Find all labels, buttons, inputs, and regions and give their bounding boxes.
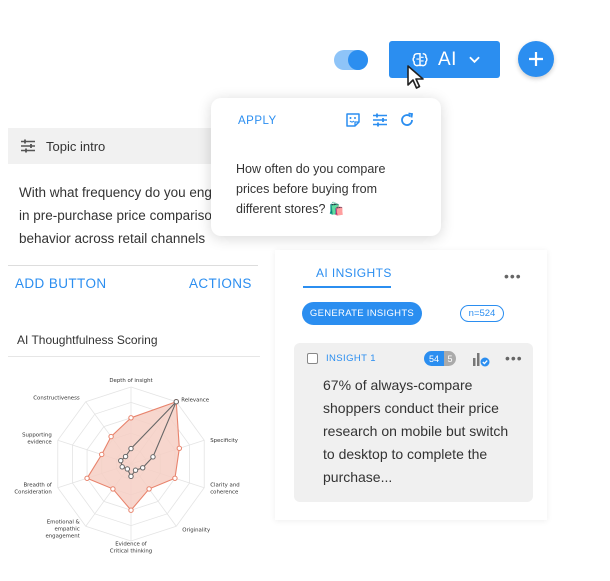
ai-suggestion-popup: APPLY How often do you compare prices be…: [211, 98, 441, 236]
popup-toolbar: [345, 112, 415, 128]
radar-point: [146, 486, 152, 492]
radar-point: [132, 467, 139, 473]
radar-point: [128, 445, 134, 452]
radar-axis-label: Constructiveness: [33, 396, 80, 402]
radar-axis-label: Breadth of Consideration: [14, 482, 51, 495]
bar-chart-check-icon[interactable]: [472, 351, 490, 367]
radar-point: [150, 454, 156, 460]
suggested-question: How often do you compare prices before b…: [236, 159, 431, 219]
suggestion-line: prices before buying from: [236, 182, 378, 196]
thoughtfulness-radar-chart: Depth of insight Relevance Specificity Clar…: [14, 378, 239, 555]
radar-axis-label: Evidence of Critical thinking: [110, 542, 152, 555]
insight-title: INSIGHT 1: [326, 353, 376, 364]
radar-axis-label: Supporting evidence: [22, 433, 52, 446]
radar-point: [118, 457, 124, 464]
question-line: With what frequency do you eng: [19, 185, 212, 200]
radar-axis-label: Depth of insight: [109, 378, 152, 384]
insight-card[interactable]: INSIGHT 1 54 5 ••• 67% of always-compare…: [294, 343, 533, 502]
divider: [8, 356, 260, 357]
ai-toggle[interactable]: [334, 50, 368, 70]
more-options-icon[interactable]: •••: [504, 268, 522, 284]
generate-insights-button[interactable]: GENERATE INSIGHTS: [302, 302, 422, 325]
topic-intro-label: Topic intro: [46, 138, 106, 154]
add-fab-button[interactable]: [518, 41, 554, 77]
radar-axis-label: Clarity and coherence: [210, 482, 239, 495]
votes-up: 54: [424, 351, 444, 366]
radar-point: [140, 465, 146, 471]
insight-line: purchase...: [323, 469, 393, 485]
insight-line: research on mobile but switch: [323, 423, 509, 439]
question-text: With what frequency do you eng in pre-pu…: [19, 181, 234, 250]
refresh-icon[interactable]: [399, 112, 415, 128]
radar-point: [84, 475, 90, 481]
emoji-icon[interactable]: [345, 112, 361, 128]
radar-axis-label: Emotional & empathic engagement: [45, 519, 80, 539]
radar-point: [176, 445, 183, 451]
insight-more-icon[interactable]: •••: [505, 350, 523, 366]
radar-point: [128, 415, 134, 421]
question-line: in pre-purchase price compariso: [19, 208, 212, 223]
radar-axis-label: Relevance: [181, 398, 210, 404]
question-line: behavior across retail channels: [19, 231, 206, 246]
radar-point: [122, 453, 129, 460]
radar-axis-label: Originality: [182, 527, 211, 533]
radar-point: [119, 464, 125, 470]
sliders-icon: [21, 139, 35, 153]
radar-point: [108, 433, 114, 440]
divider: [8, 265, 258, 266]
radar-axis-label: Specificity: [210, 438, 239, 444]
insight-checkbox[interactable]: [307, 353, 318, 364]
apply-button[interactable]: APPLY: [238, 115, 277, 127]
votes-down: 5: [444, 351, 456, 366]
suggestion-line: How often do you compare: [236, 162, 386, 176]
response-count-badge: n=524: [460, 305, 504, 322]
tab-underline: [303, 286, 391, 288]
radar-point: [110, 486, 116, 492]
radar-point: [124, 466, 131, 472]
radar-point: [99, 451, 105, 458]
radar-point: [128, 473, 134, 480]
suggestion-line: different stores? 🛍️: [236, 202, 345, 216]
tab-ai-insights[interactable]: AI INSIGHTS: [316, 266, 392, 280]
plus-icon: [529, 52, 543, 66]
insight-line: 67% of always-compare: [323, 377, 473, 393]
mouse-cursor-icon: [407, 65, 424, 89]
insight-line: shoppers conduct their price: [323, 400, 499, 416]
add-button-link[interactable]: ADD BUTTON: [15, 276, 107, 291]
ai-button-label: AI: [438, 48, 457, 70]
radar-point: [128, 507, 134, 513]
insight-text: 67% of always-compare shoppers conduct t…: [323, 374, 523, 489]
radar-point: [173, 399, 179, 405]
chevron-down-icon: [469, 56, 480, 63]
scoring-title: AI Thoughtfulness Scoring: [17, 333, 158, 347]
actions-link[interactable]: ACTIONS: [189, 276, 252, 291]
toggle-knob: [348, 50, 368, 70]
vote-badge: 54 5: [424, 351, 456, 366]
radar-point: [172, 475, 178, 481]
insight-line: to desktop to complete the: [323, 446, 488, 462]
sliders-icon[interactable]: [372, 112, 388, 128]
